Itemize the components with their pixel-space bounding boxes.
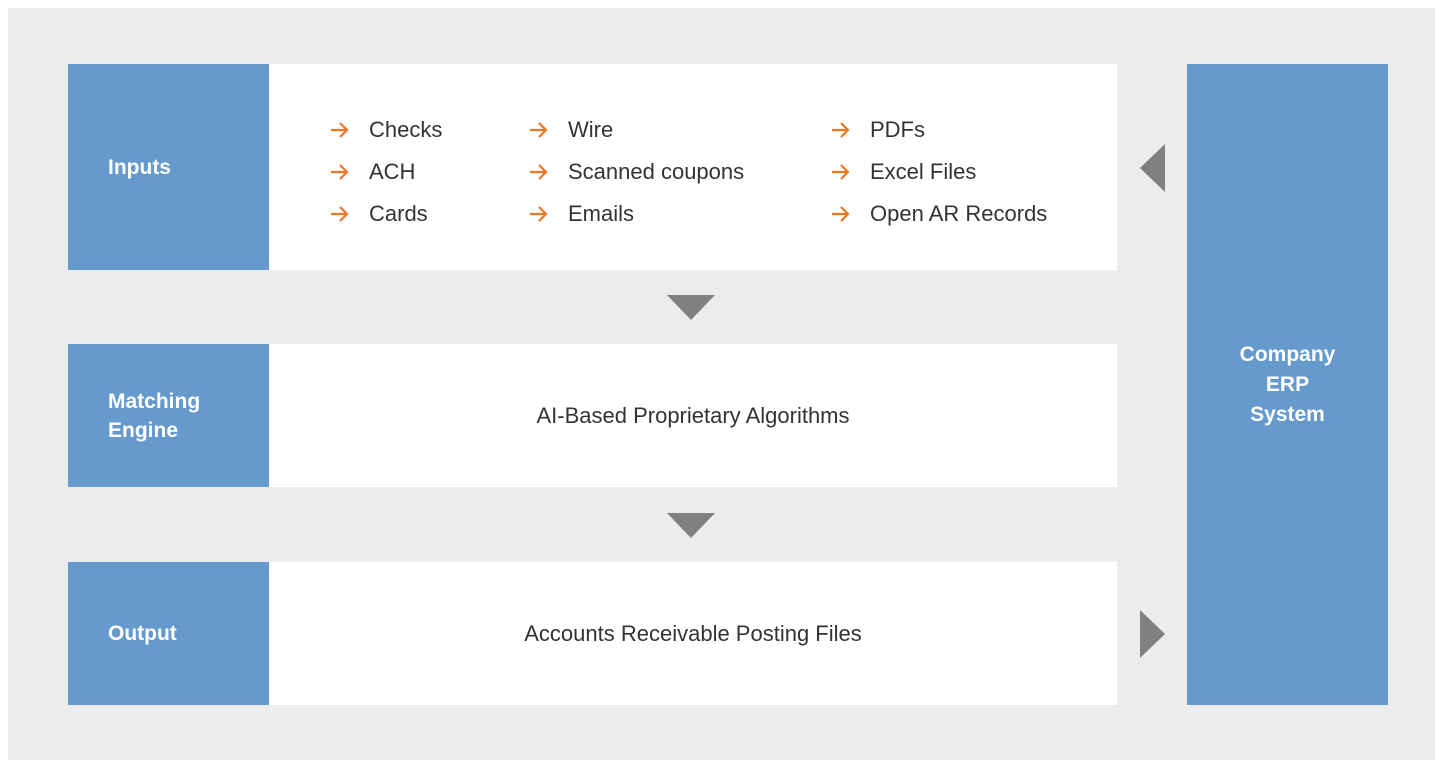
matching-engine-content-box: AI-Based Proprietary Algorithms [269,344,1117,487]
input-item: Scanned coupons [528,151,744,193]
triangle-left-icon [1140,144,1165,192]
output-label-box: Output [68,562,269,705]
matching-engine-label-box: Matching Engine [68,344,269,487]
erp-label-line: ERP [1265,372,1310,396]
input-item-label: Cards [369,201,428,226]
input-item: Open AR Records [830,193,1047,235]
matching-engine-text: AI-Based Proprietary Algorithms [536,402,850,428]
input-item-label: Excel Files [870,159,977,184]
inputs-label-box: Inputs [68,64,269,270]
input-item: Wire [528,109,744,151]
output-content-box: Accounts Receivable Posting Files [269,562,1117,705]
input-item: Emails [528,193,744,235]
arrow-right-icon [331,122,349,138]
input-item: Excel Files [830,151,1047,193]
input-item-label: Checks [369,117,443,142]
input-item-label: Emails [568,201,635,226]
triangle-right-icon [1140,610,1165,658]
arrow-right-icon [331,164,349,180]
matching-engine-label-line: Engine [108,418,179,442]
erp-label: Company ERP System [1240,340,1336,430]
company-erp-system-box: Company ERP System [1187,64,1388,705]
arrow-right-icon [832,206,850,222]
triangle-down-icon [667,295,715,320]
matching-engine-label-line: Matching [108,389,201,413]
input-item-label: Open AR Records [870,201,1048,226]
arrow-right-icon [530,122,548,138]
arrow-right-icon [530,206,548,222]
matching-engine-label: Matching Engine [108,387,200,445]
inputs-label: Inputs [108,155,171,179]
erp-label-line: Company [1239,342,1336,366]
input-item-label: ACH [369,159,416,184]
input-item-label: Scanned coupons [568,159,745,184]
inputs-column-2: Wire Scanned coupons Emails [528,109,744,235]
arrow-right-icon [530,164,548,180]
input-item: Cards [329,193,442,235]
output-text: Accounts Receivable Posting Files [524,620,862,646]
arrow-right-icon [832,164,850,180]
input-item-label: Wire [568,117,614,142]
input-item: PDFs [830,109,1047,151]
inputs-column-1: Checks ACH Cards [329,109,442,235]
input-item: Checks [329,109,442,151]
input-item-label: PDFs [870,117,925,142]
inputs-column-3: PDFs Excel Files Open AR Records [830,109,1047,235]
triangle-down-icon [667,513,715,538]
arrow-right-icon [331,206,349,222]
arrow-right-icon [832,122,850,138]
input-item: ACH [329,151,442,193]
output-label: Output [108,622,177,645]
erp-label-line: System [1250,402,1325,426]
